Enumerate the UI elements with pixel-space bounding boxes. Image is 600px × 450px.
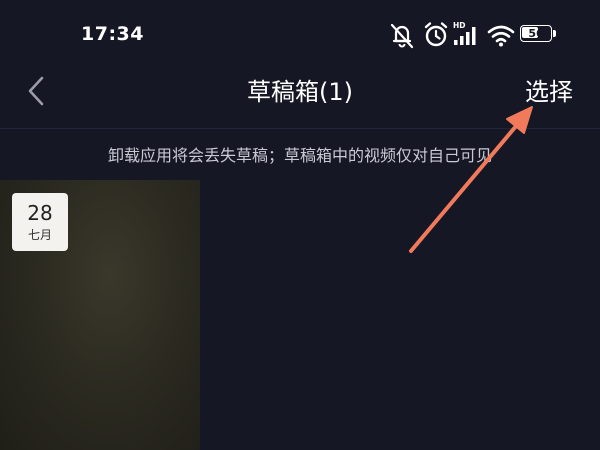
date-month: 七月 bbox=[27, 228, 52, 242]
signal-hd-label: HD bbox=[453, 21, 466, 30]
select-button[interactable]: 选择 bbox=[514, 72, 584, 112]
nav-bar: 草稿箱(1) 选择 bbox=[0, 62, 600, 126]
alarm-icon bbox=[422, 20, 450, 50]
back-button[interactable] bbox=[18, 72, 58, 112]
chevron-left-icon bbox=[18, 76, 58, 116]
drafts-notice: 卸载应用将会丢失草稿；草稿箱中的视频仅对自己可见 bbox=[107, 146, 492, 165]
date-day: 28 bbox=[27, 201, 53, 225]
header-divider bbox=[0, 128, 600, 129]
wifi-icon bbox=[486, 20, 516, 50]
battery-level: 56 bbox=[528, 27, 544, 40]
draft-thumbnail[interactable]: 28 七月 bbox=[0, 180, 200, 450]
signal-icon: HD bbox=[452, 20, 482, 50]
status-bar: 17:34 HD 56 bbox=[0, 0, 600, 62]
drafts-screen: 17:34 HD 56 草稿箱(1) 选择 卸载应用将会丢失草稿；草稿箱中的视频… bbox=[0, 0, 600, 450]
page-title: 草稿箱(1) bbox=[247, 78, 353, 106]
date-badge: 28 七月 bbox=[12, 193, 68, 251]
battery-icon: 56 bbox=[520, 25, 558, 44]
mute-icon bbox=[388, 20, 416, 50]
status-time: 17:34 bbox=[81, 23, 144, 45]
